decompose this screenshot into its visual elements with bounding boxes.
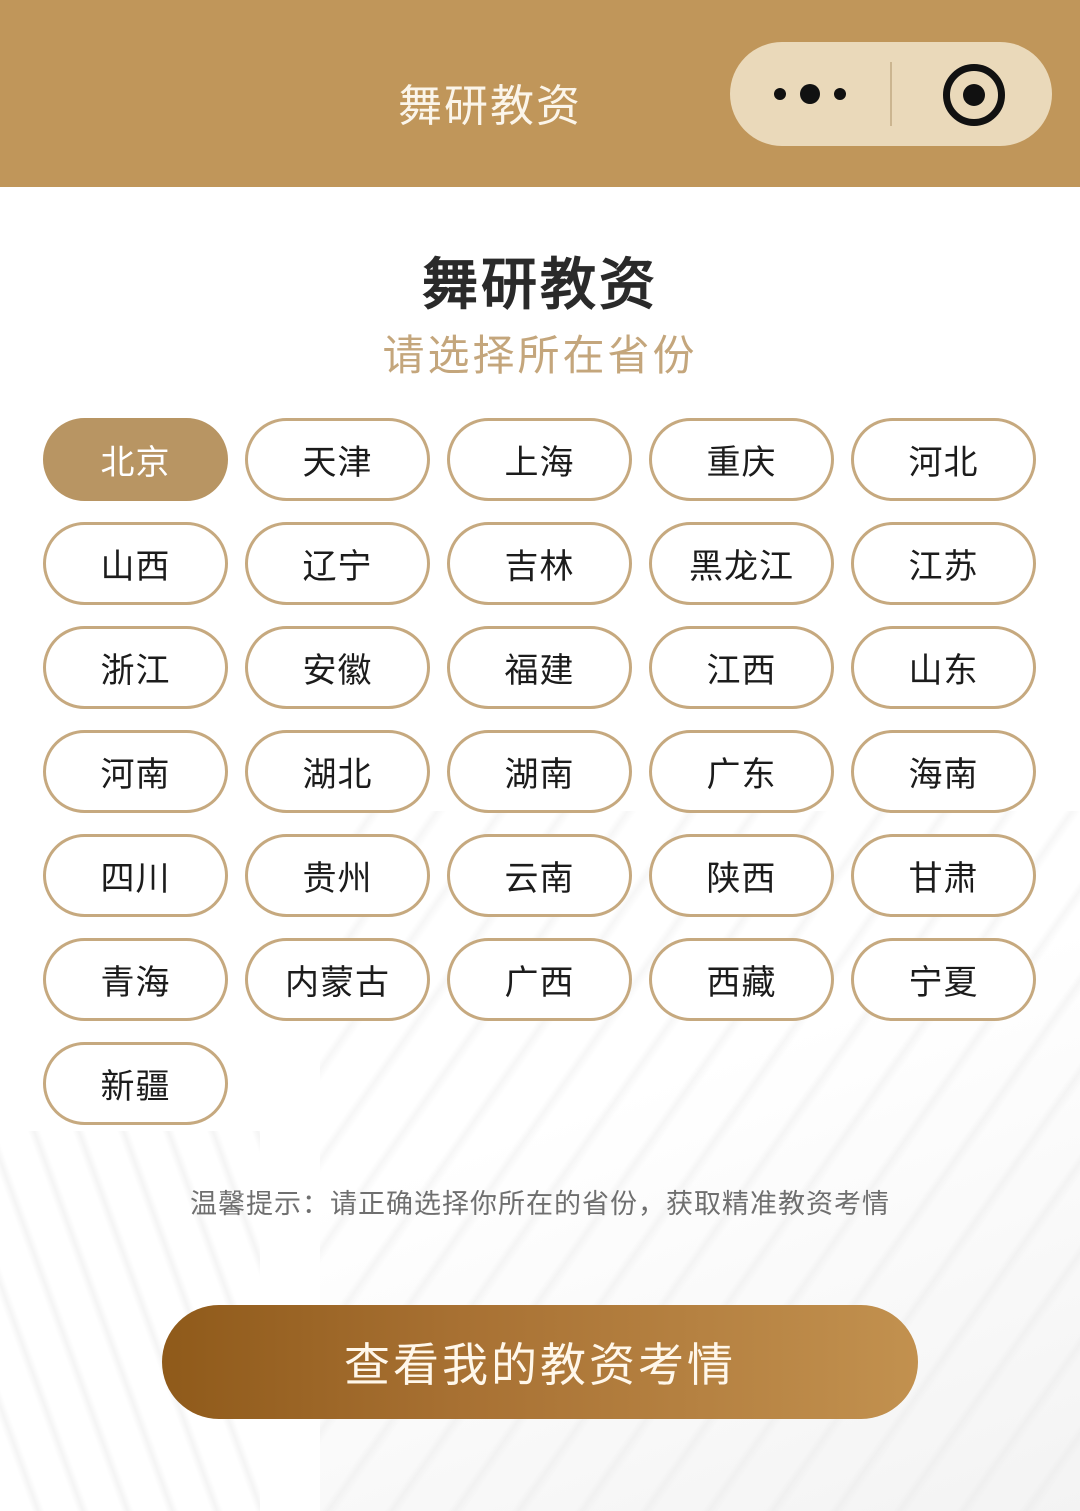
view-exam-info-button[interactable]: 查看我的教资考情 xyxy=(162,1305,918,1419)
capsule-divider xyxy=(890,62,892,126)
province-button[interactable]: 山东 xyxy=(851,626,1036,709)
province-button[interactable]: 江苏 xyxy=(851,522,1036,605)
nav-title: 舞研教资 xyxy=(398,81,582,132)
province-button[interactable]: 广西 xyxy=(447,938,632,1021)
province-button[interactable]: 陕西 xyxy=(649,834,834,917)
province-button[interactable]: 上海 xyxy=(447,418,632,501)
province-button[interactable]: 北京 xyxy=(43,418,228,501)
target-core xyxy=(963,84,985,106)
province-button[interactable]: 河南 xyxy=(43,730,228,813)
page-title: 舞研教资 xyxy=(422,253,658,318)
dot xyxy=(834,88,846,100)
province-button[interactable]: 贵州 xyxy=(245,834,430,917)
province-button[interactable]: 四川 xyxy=(43,834,228,917)
province-button[interactable]: 重庆 xyxy=(649,418,834,501)
province-button[interactable]: 西藏 xyxy=(649,938,834,1021)
province-button[interactable]: 天津 xyxy=(245,418,430,501)
province-button[interactable]: 福建 xyxy=(447,626,632,709)
province-button[interactable]: 辽宁 xyxy=(245,522,430,605)
province-button[interactable]: 宁夏 xyxy=(851,938,1036,1021)
nav-bar: 舞研教资 xyxy=(0,0,1080,187)
province-button[interactable]: 江西 xyxy=(649,626,834,709)
tip-text: 温馨提示：请正确选择你所在的省份，获取精准教资考情 xyxy=(190,1189,890,1220)
target-circle-icon[interactable] xyxy=(943,64,1005,126)
province-button[interactable]: 内蒙古 xyxy=(245,938,430,1021)
province-button[interactable]: 山西 xyxy=(43,522,228,605)
page-subtitle: 请选择所在省份 xyxy=(382,331,698,380)
province-button[interactable]: 广东 xyxy=(649,730,834,813)
province-button[interactable]: 云南 xyxy=(447,834,632,917)
more-dots-icon[interactable] xyxy=(730,42,890,146)
province-button[interactable]: 新疆 xyxy=(43,1042,228,1125)
mini-program-capsule xyxy=(730,42,1052,146)
province-grid: 北京 天津 上海 重庆 河北山西 辽宁 吉林 黑龙江 江苏浙江 安徽 福建 江西 山东河南 湖北 湖南 广东海… xyxy=(43,418,1038,1125)
province-button[interactable]: 湖南 xyxy=(447,730,632,813)
dot xyxy=(800,84,820,104)
province-button[interactable]: 河北 xyxy=(851,418,1036,501)
province-button[interactable]: 湖北 xyxy=(245,730,430,813)
province-button[interactable]: 浙江 xyxy=(43,626,228,709)
province-button[interactable]: 安徽 xyxy=(245,626,430,709)
dot xyxy=(774,88,786,100)
province-button[interactable]: 甘肃 xyxy=(851,834,1036,917)
province-button[interactable]: 青海 xyxy=(43,938,228,1021)
province-button[interactable]: 黑龙江 xyxy=(649,522,834,605)
province-button[interactable]: 吉林 xyxy=(447,522,632,605)
province-button[interactable]: 海南 xyxy=(851,730,1036,813)
